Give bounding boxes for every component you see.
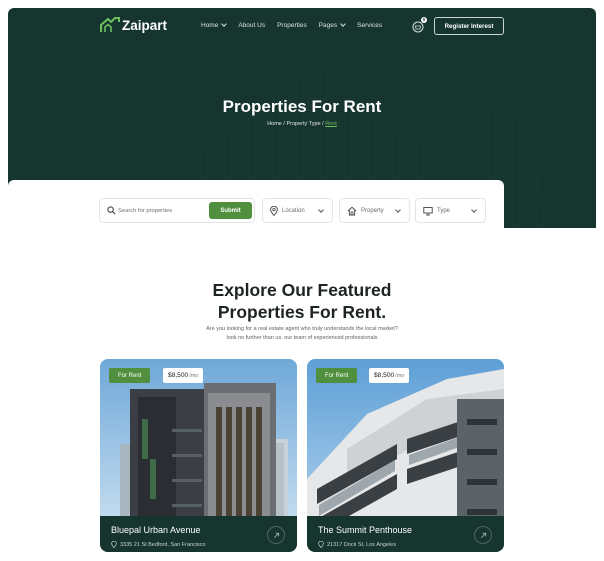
location-select-label: Location [282,207,305,214]
property-address-text: 3335 21 St Bedford, San Francisco [120,541,206,548]
featured-description-line: look no further than us. our team of exp… [226,335,378,341]
nav-item-label: About Us [238,22,266,29]
property-name[interactable]: The Summit Penthouse [318,525,412,535]
view-property-button[interactable] [474,526,492,544]
chevron-down-icon [318,207,324,213]
nav-item-services[interactable]: Services [357,22,382,29]
breadcrumb-property-type[interactable]: Property Type [286,121,320,127]
chevron-down-icon [471,207,477,213]
search-input[interactable] [118,204,206,218]
property-address: 3335 21 St Bedford, San Francisco [111,541,206,548]
cart-count-badge: 0 [421,17,427,23]
register-interest-button[interactable]: Register Interest [434,17,504,35]
arrow-up-right-icon [273,532,279,538]
type-select-label: Type [437,207,451,214]
type-select[interactable]: Type [415,198,486,223]
price-value: $8,500 [374,372,395,379]
featured-description: Are you looking for a real estate agent … [0,325,604,343]
nav-item-label: Pages [318,22,338,29]
logo-house-icon [100,17,120,32]
property-card[interactable]: For Rent $8,500/mo Bluepal Urban Avenue … [100,359,297,552]
card-info-panel: Bluepal Urban Avenue 3335 21 St Bedford,… [100,516,297,552]
page-title: Properties For Rent [222,97,382,116]
nav-item-about-us[interactable]: About Us [238,22,265,29]
home-icon [347,206,357,215]
breadcrumb: Home / Property Type / Rent [8,121,596,127]
featured-heading-line: Explore Our Featured [212,280,392,300]
nav-item-label: Home [201,22,219,29]
featured-heading-line: Properties For Rent. [217,302,387,322]
nav-item-label: Services [357,22,383,29]
nav-item-pages[interactable]: Pages [318,21,346,29]
nav-item-label: Properties [277,22,307,29]
breadcrumb-home[interactable]: Home [267,121,282,127]
arrow-up-right-icon [480,532,486,538]
property-address-text: 21317 Dock St, Los Angeles [327,541,397,548]
view-property-button[interactable] [267,526,285,544]
location-pin-icon [270,205,278,216]
property-select-label: Property [361,207,384,214]
price-badge: $8,500/mo [163,368,204,383]
cart-button[interactable]: 0 [412,17,427,33]
top-navbar: Zaipart Home About Us Properties Pages S… [8,8,596,46]
for-rent-badge: For Rent [316,368,358,383]
price-unit: /mo [395,372,405,379]
location-pin-icon [111,541,117,548]
featured-description-line: Are you looking for a real estate agent … [206,326,398,332]
logo-text: Zaipart [122,17,168,33]
main-menu: Home About Us Properties Pages Services [201,21,382,29]
chevron-down-icon [395,207,401,213]
property-name[interactable]: Bluepal Urban Avenue [111,525,200,535]
price-badge: $8,500/mo [369,368,410,383]
location-pin-icon [318,541,324,548]
property-select[interactable]: Property [339,198,410,223]
for-rent-badge: For Rent [109,368,151,383]
monitor-icon [423,206,433,215]
nav-item-properties[interactable]: Properties [277,22,307,29]
price-value: $8,500 [168,372,189,379]
price-unit: /mo [189,372,199,379]
chevron-down-icon [221,21,228,27]
logo[interactable]: Zaipart [100,17,167,33]
location-select[interactable]: Location [262,198,333,223]
card-info-panel: The Summit Penthouse 21317 Dock St, Los … [307,516,504,552]
submit-button[interactable]: Submit [209,202,252,219]
nav-item-home[interactable]: Home [201,21,228,29]
search-icon [107,206,116,215]
property-card[interactable]: For Rent $8,500/mo The Summit Penthouse … [307,359,504,552]
property-address: 21317 Dock St, Los Angeles [318,541,396,548]
chevron-down-icon [340,21,346,27]
featured-heading: Explore Our Featured Properties For Rent… [0,279,604,323]
breadcrumb-current: Rent [325,121,337,127]
